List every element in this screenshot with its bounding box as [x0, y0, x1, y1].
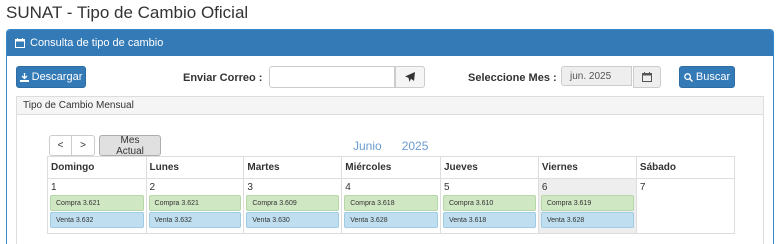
download-button[interactable]: Descargar — [16, 66, 86, 88]
panel-heading: Consulta de tipo de cambio — [7, 30, 773, 56]
day-number: 4 — [345, 182, 351, 193]
send-icon — [405, 72, 415, 82]
weekday-header: Viernes — [537, 156, 637, 179]
weekday-header: Jueves — [439, 156, 539, 179]
sell-rate-chip[interactable]: Venta 3.630 — [246, 212, 340, 228]
page-title: SUNAT - Tipo de Cambio Oficial — [6, 3, 249, 22]
calendar-day-cell[interactable]: 7 — [635, 178, 736, 234]
weekday-header: Martes — [243, 156, 343, 179]
monthly-rate-heading: Tipo de Cambio Mensual — [17, 97, 763, 115]
calendar-month: Junio — [353, 139, 382, 153]
search-icon — [684, 72, 693, 82]
calendar-day-cell[interactable]: 2 Compra 3.621 Venta 3.632 — [145, 178, 245, 234]
buy-rate-chip[interactable]: Compra 3.610 — [442, 195, 536, 211]
sell-rate-chip[interactable]: Venta 3.632 — [148, 212, 242, 228]
next-month-button[interactable]: > — [72, 135, 95, 156]
email-label: Enviar Correo : — [183, 72, 263, 84]
sell-rate-chip[interactable]: Venta 3.628 — [540, 212, 634, 228]
send-email-button[interactable] — [395, 66, 425, 88]
calendar-year: 2025 — [401, 139, 429, 153]
day-number: 2 — [149, 182, 156, 193]
buy-rate-chip[interactable]: Compra 3.618 — [344, 195, 438, 211]
weekday-header: Sábado — [635, 156, 736, 179]
calendar-day-cell-today[interactable]: 6 Compra 3.619 Venta 3.628 — [537, 178, 637, 234]
weekday-header-row: Domingo Lunes Martes Miércoles Jueves Vi… — [47, 156, 736, 179]
calendar-day-cell[interactable]: 4 Compra 3.618 Venta 3.628 — [341, 178, 441, 234]
month-field[interactable]: jun. 2025 — [561, 66, 632, 86]
panel-title: Consulta de tipo de cambio — [30, 37, 164, 49]
calendar-navigation: < > Mes Actual — [49, 135, 161, 157]
download-label: Descargar — [31, 71, 83, 83]
weekday-header: Miércoles — [341, 156, 441, 179]
day-number: 3 — [247, 182, 253, 193]
day-number: 5 — [443, 182, 450, 193]
search-button[interactable]: Buscar — [679, 66, 735, 88]
calendar-day-cell[interactable]: 5 Compra 3.610 Venta 3.618 — [439, 178, 539, 234]
email-field[interactable] — [269, 66, 395, 88]
monthly-rate-panel: Tipo de Cambio Mensual < > Mes Actual Ju… — [16, 96, 764, 244]
day-number: 1 — [51, 182, 57, 193]
buy-rate-chip[interactable]: Compra 3.621 — [50, 195, 144, 211]
calendar-day-cell[interactable]: 3 Compra 3.609 Venta 3.630 — [243, 178, 343, 234]
calendar-grid: Domingo Lunes Martes Miércoles Jueves Vi… — [47, 156, 736, 234]
month-label: Seleccione Mes : — [468, 72, 557, 84]
sell-rate-chip[interactable]: Venta 3.618 — [442, 212, 536, 228]
calendar-title: Junio 2025 — [353, 139, 448, 153]
buy-rate-chip[interactable]: Compra 3.609 — [246, 195, 340, 211]
buy-rate-chip[interactable]: Compra 3.619 — [540, 195, 634, 211]
download-icon — [19, 72, 29, 82]
search-label: Buscar — [695, 71, 731, 83]
day-number: 6 — [541, 182, 548, 193]
sell-rate-chip[interactable]: Venta 3.632 — [50, 212, 144, 228]
calendar-icon — [642, 72, 652, 82]
weekday-header: Domingo — [47, 156, 147, 179]
calendar-day-cell[interactable]: 1 Compra 3.621 Venta 3.632 — [47, 178, 147, 234]
sell-rate-chip[interactable]: Venta 3.628 — [344, 212, 438, 228]
month-picker-button[interactable] — [633, 66, 661, 88]
buy-rate-chip[interactable]: Compra 3.621 — [148, 195, 242, 211]
prev-month-button[interactable]: < — [49, 135, 72, 156]
calendar-icon — [15, 38, 25, 48]
weekday-header: Lunes — [145, 156, 245, 179]
day-number: 7 — [639, 182, 646, 193]
current-month-button[interactable]: Mes Actual — [99, 135, 161, 157]
toolbar: Descargar Enviar Correo : Seleccione Mes… — [7, 65, 773, 90]
exchange-rate-panel: Consulta de tipo de cambio Descargar Env… — [6, 29, 774, 244]
calendar-week-row: 1 Compra 3.621 Venta 3.632 2 Compra 3.62… — [47, 178, 736, 234]
